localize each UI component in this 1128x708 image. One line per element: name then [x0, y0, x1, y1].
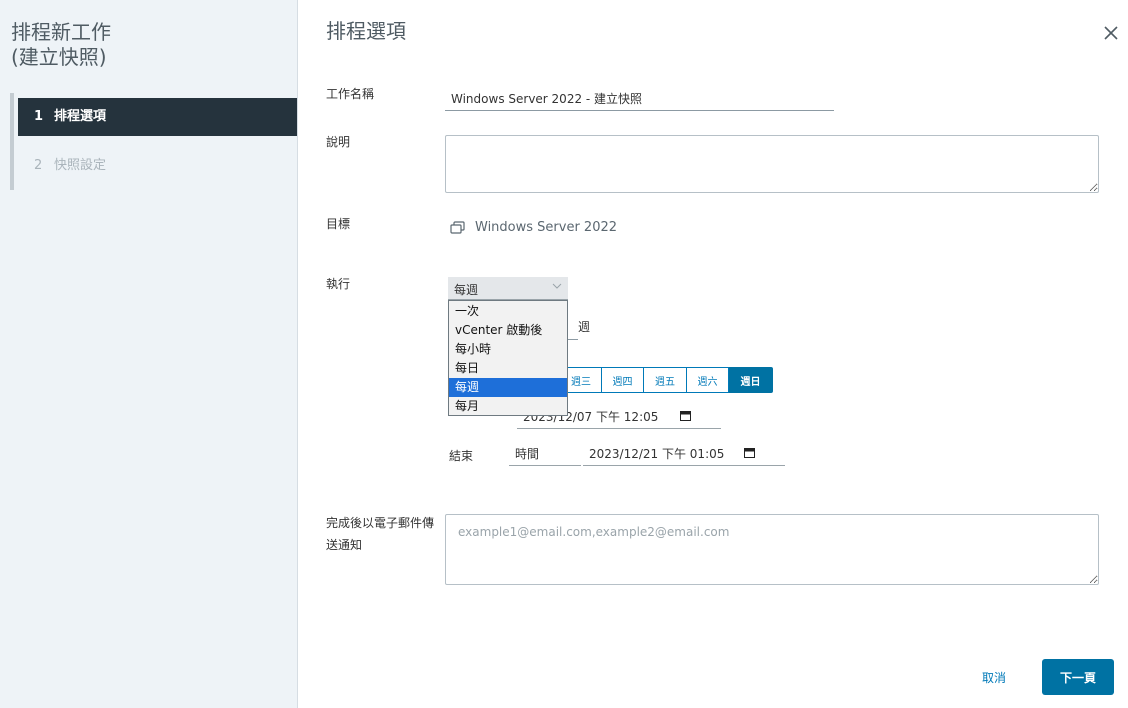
target-label: 目標: [326, 217, 351, 231]
description-textarea[interactable]: [445, 135, 1099, 193]
wizard-title-line2: (建立快照): [11, 45, 107, 69]
step-number: 2: [34, 158, 43, 173]
day-button-fri[interactable]: 週五: [644, 367, 687, 393]
wizard-steps: 1 排程選項 2 快照設定: [10, 93, 298, 190]
description-label: 說明: [326, 135, 351, 149]
schedule-task-wizard: 排程新工作 (建立快照) 1 排程選項 2 快照設定 排程選項 工作名稱 說明 目標: [0, 0, 1128, 708]
next-button[interactable]: 下一頁: [1042, 659, 1114, 695]
weekday-selector: 週三 週四 週五 週六 週日: [560, 367, 773, 393]
page-title: 排程選項: [326, 19, 406, 43]
run-select[interactable]: 每週: [448, 277, 568, 300]
wizard-nav: 排程新工作 (建立快照) 1 排程選項 2 快照設定: [0, 0, 298, 708]
wizard-title-line1: 排程新工作: [11, 20, 111, 44]
run-option-monthly[interactable]: 每月: [449, 397, 567, 416]
run-selected-value: 每週: [454, 283, 479, 297]
end-datetime-input[interactable]: 2023/12/21 下午 01:05: [583, 439, 785, 466]
step-label: 快照設定: [54, 158, 107, 173]
email-notify-textarea[interactable]: [445, 514, 1099, 585]
cancel-button[interactable]: 取消: [968, 659, 1020, 695]
task-name-input[interactable]: [445, 86, 834, 111]
step-number: 1: [34, 109, 44, 124]
run-option-after-vcenter-start[interactable]: vCenter 啟動後: [449, 321, 567, 340]
target-name: Windows Server 2022: [475, 220, 618, 235]
day-button-thu[interactable]: 週四: [602, 367, 644, 393]
close-button[interactable]: [1102, 24, 1120, 42]
week-suffix-label: 週: [578, 320, 591, 334]
wizard-title: 排程新工作 (建立快照): [11, 20, 111, 70]
calendar-icon: [680, 411, 691, 421]
email-notify-label: 完成後以電子郵件傳送通知: [326, 516, 435, 552]
run-label: 執行: [326, 277, 351, 291]
run-option-weekly[interactable]: 每週: [449, 378, 567, 397]
close-icon: [1104, 26, 1118, 40]
vm-icon: [450, 220, 465, 234]
step-label: 排程選項: [54, 109, 107, 124]
task-name-label: 工作名稱: [326, 87, 375, 101]
day-button-sun[interactable]: 週日: [729, 367, 773, 393]
run-dropdown-list: 一次 vCenter 啟動後 每小時 每日 每週 每月: [448, 300, 568, 416]
day-button-sat[interactable]: 週六: [687, 367, 729, 393]
end-label: 結束: [449, 449, 474, 463]
step-schedule-options[interactable]: 1 排程選項: [18, 98, 297, 136]
run-option-once[interactable]: 一次: [449, 302, 567, 321]
run-option-hourly[interactable]: 每小時: [449, 340, 567, 359]
end-datetime-value: 2023/12/21 下午 01:05: [589, 447, 725, 461]
step-snapshot-settings[interactable]: 2 快照設定: [18, 147, 297, 185]
calendar-icon: [744, 448, 755, 458]
target-value-row: Windows Server 2022: [450, 220, 617, 235]
chevron-down-icon: [552, 283, 562, 289]
run-option-daily[interactable]: 每日: [449, 359, 567, 378]
end-type-select[interactable]: 時間: [509, 439, 581, 466]
